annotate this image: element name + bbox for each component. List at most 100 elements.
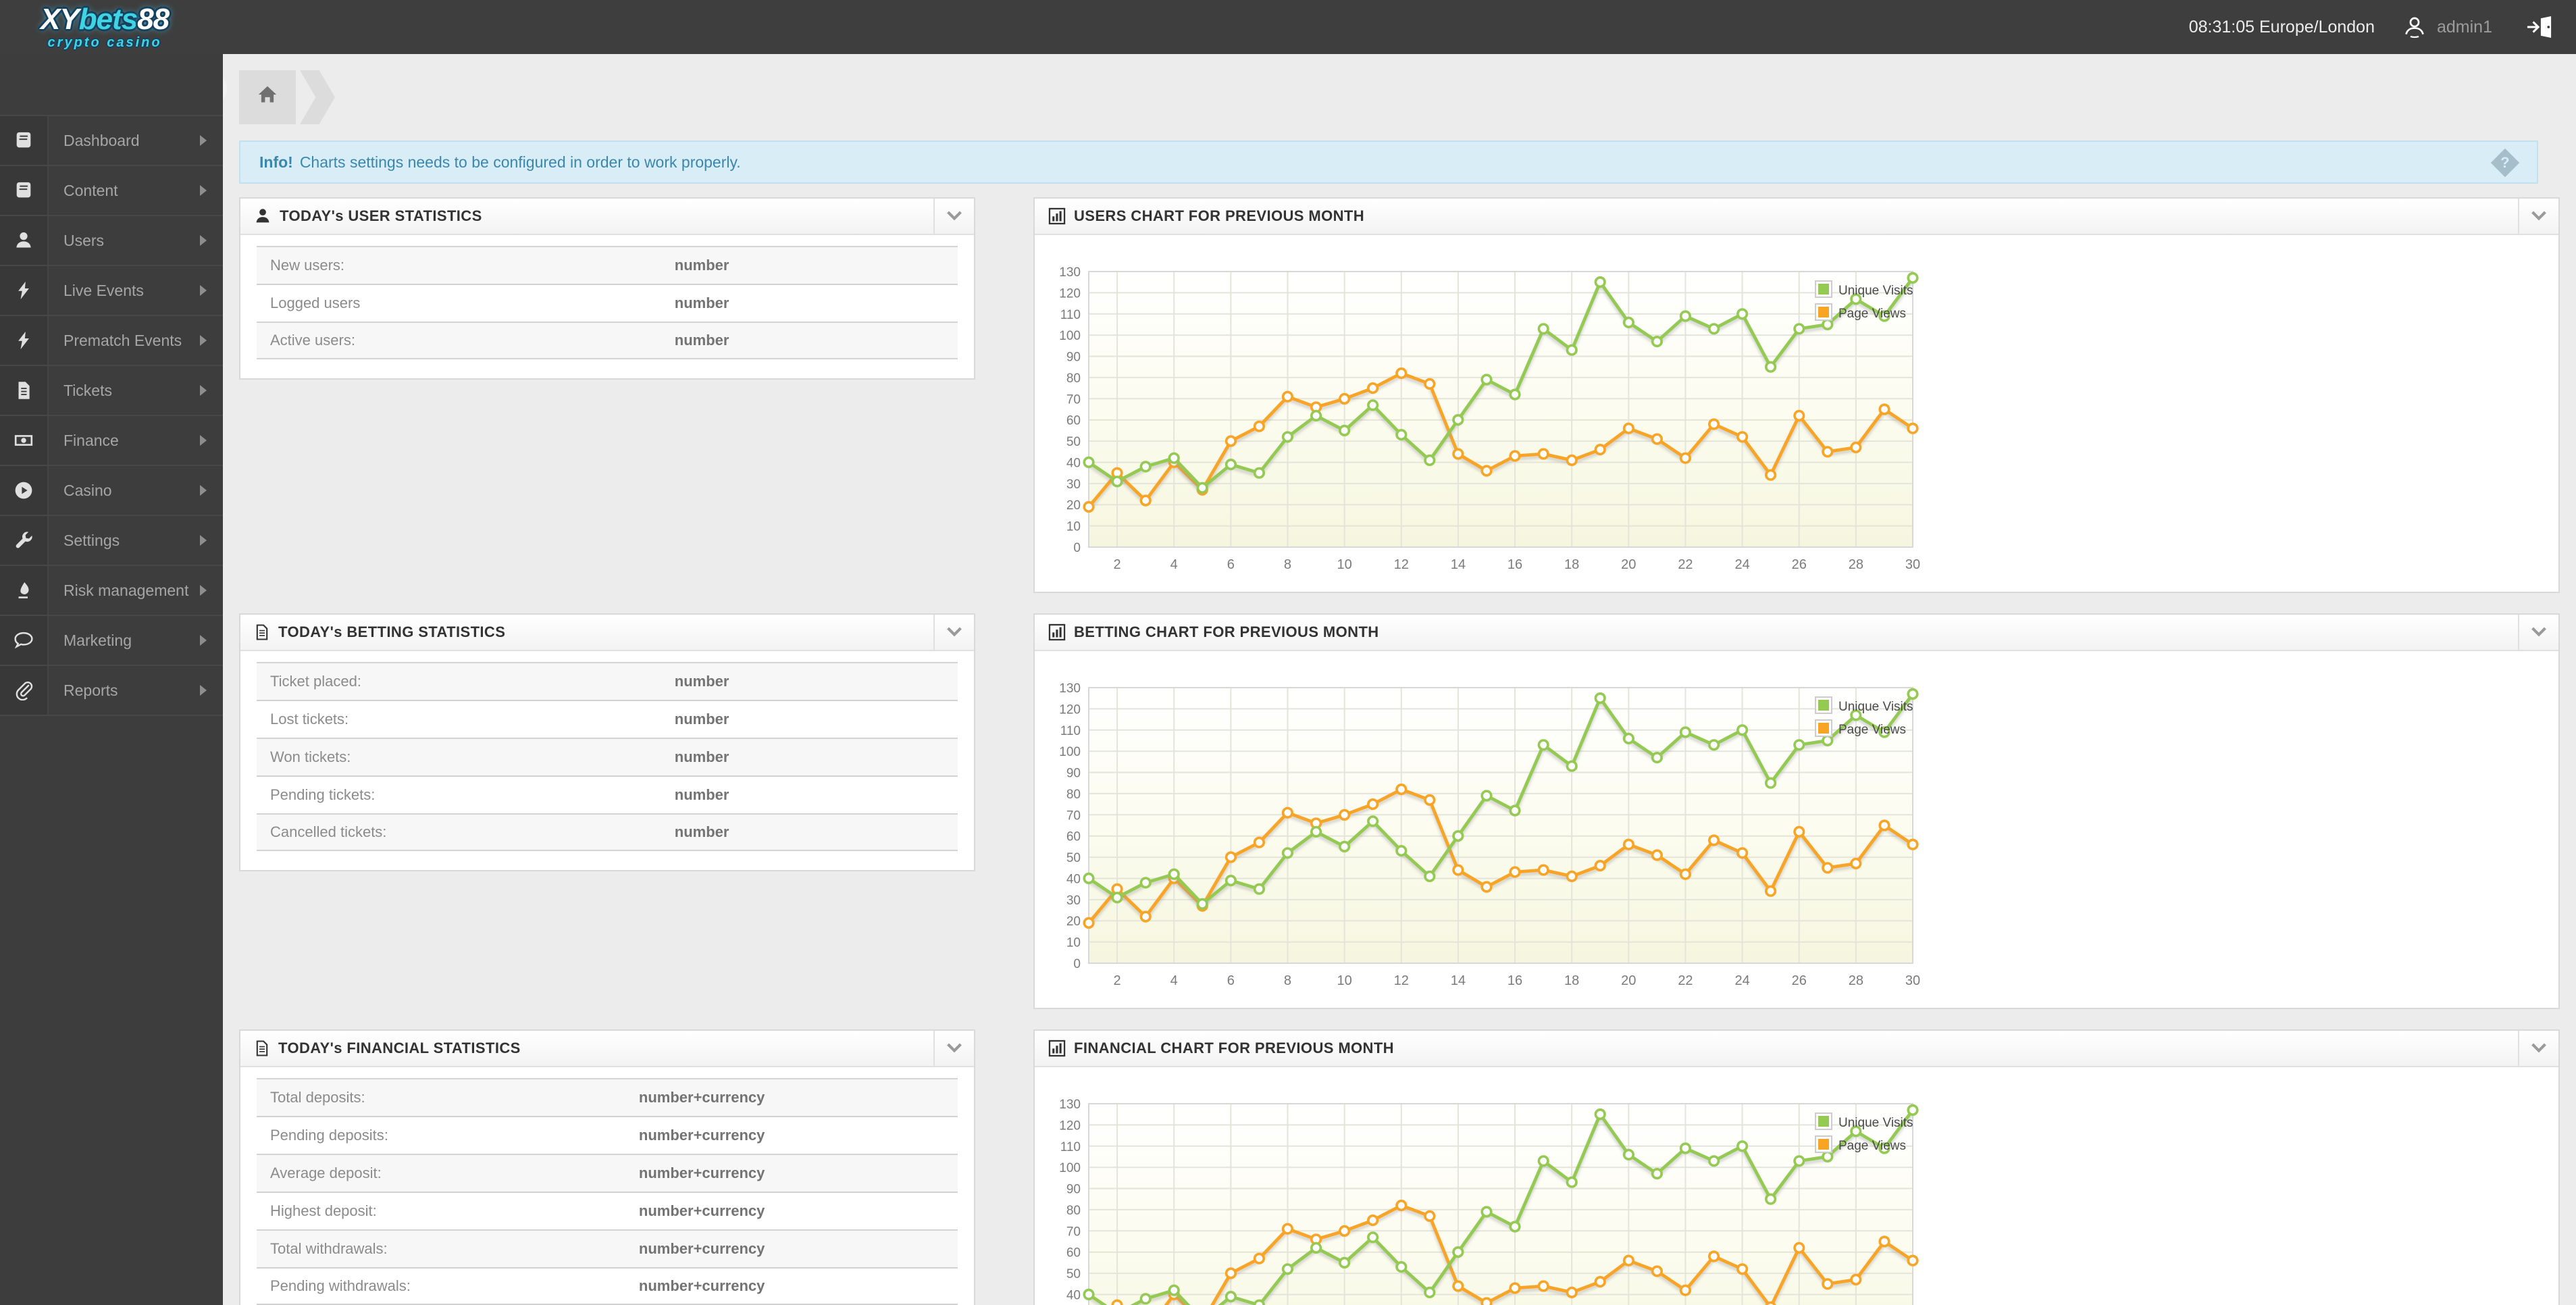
svg-text:20: 20 <box>1066 498 1081 513</box>
breadcrumb-home[interactable] <box>239 70 296 124</box>
bar-chart-icon <box>1048 623 1066 641</box>
svg-text:10: 10 <box>1066 936 1081 950</box>
panel-financial-statistics: TODAY's FINANCIAL STATISTICS Total depos… <box>239 1029 975 1305</box>
sidebar-item-casino[interactable]: Casino <box>0 466 223 516</box>
user-icon <box>0 216 49 265</box>
svg-text:120: 120 <box>1059 286 1081 301</box>
sidebar-item-marketing[interactable]: Marketing <box>0 616 223 666</box>
stat-label: Cancelled tickets: <box>270 823 387 840</box>
svg-text:100: 100 <box>1059 745 1081 759</box>
sidebar-item-settings[interactable]: Settings <box>0 516 223 566</box>
svg-text:16: 16 <box>1508 973 1522 988</box>
stat-value: number+currency <box>638 1240 765 1257</box>
book-icon <box>0 116 49 165</box>
stat-label: Won tickets: <box>270 748 351 765</box>
sidebar-item-dashboard[interactable]: Dashboard <box>0 116 223 166</box>
svg-text:10: 10 <box>1337 973 1351 988</box>
stat-row: Cancelled tickets: number <box>257 813 958 851</box>
sidebar-item-label: Tickets <box>63 381 112 399</box>
brand-logo[interactable]: XYbets88 crypto casino <box>41 5 170 49</box>
collapse-panel-button[interactable] <box>933 615 974 650</box>
svg-text:80: 80 <box>1066 372 1081 386</box>
panel-users-chart: USERS CHART FOR PREVIOUS MONTH 0 10 20 30 40… <box>1033 197 2560 593</box>
bar-chart-icon <box>1048 1040 1066 1057</box>
sidebar-item-prematch-events[interactable]: Prematch Events <box>0 316 223 366</box>
svg-text:50: 50 <box>1066 851 1081 865</box>
username[interactable]: admin1 <box>2437 18 2492 37</box>
caret-right-icon <box>200 135 207 146</box>
sidebar-item-label: Settings <box>63 531 120 549</box>
document-icon <box>254 1040 270 1057</box>
svg-text:30: 30 <box>1066 478 1081 492</box>
stat-label: Average deposit: <box>270 1165 382 1181</box>
panel-title: USERS CHART FOR PREVIOUS MONTH <box>1074 207 1365 224</box>
file-icon <box>0 366 49 415</box>
svg-text:130: 130 <box>1059 682 1081 696</box>
financial-statistics-table: Total deposits: number+currency Pending … <box>240 1067 974 1305</box>
chevron-down-icon <box>2531 627 2546 637</box>
svg-text:14: 14 <box>1451 973 1466 988</box>
collapse-panel-button[interactable] <box>2518 199 2558 234</box>
stat-row: Total withdrawals: number+currency <box>257 1229 958 1267</box>
collapse-panel-button[interactable] <box>933 199 974 234</box>
help-icon[interactable]: ? <box>2490 148 2520 178</box>
collapse-panel-button[interactable] <box>933 1031 974 1066</box>
svg-text:40: 40 <box>1066 1288 1081 1302</box>
stat-label: Logged users <box>270 295 361 311</box>
svg-text:22: 22 <box>1678 557 1693 572</box>
sidebar-item-finance[interactable]: Finance <box>0 416 223 466</box>
stat-row: New users: number <box>257 246 958 284</box>
stat-row: Average deposit: number+currency <box>257 1154 958 1192</box>
sidebar-item-reports[interactable]: Reports <box>0 666 223 716</box>
svg-text:6: 6 <box>1227 973 1235 988</box>
svg-text:Unique Visits: Unique Visits <box>1838 700 1913 714</box>
sidebar-item-label: Marketing <box>63 631 132 649</box>
collapse-panel-button[interactable] <box>2518 615 2558 650</box>
caret-right-icon <box>200 685 207 696</box>
betting-chart: 0 10 20 30 40 50 60 70 80 90 100 110 120 130 2 4 6 8 10 12 1… <box>1035 651 2558 1008</box>
panel-header: TODAY's USER STATISTICS <box>240 199 974 235</box>
svg-text:8: 8 <box>1284 557 1291 572</box>
sidebar-item-label: Finance <box>63 431 119 449</box>
svg-text:90: 90 <box>1066 351 1081 365</box>
user-icon <box>254 207 272 225</box>
collapse-panel-button[interactable] <box>2518 1031 2558 1066</box>
logout-icon[interactable] <box>2525 14 2554 40</box>
svg-text:70: 70 <box>1066 1225 1081 1239</box>
stat-label: Total withdrawals: <box>270 1240 388 1257</box>
sidebar-item-label: Casino <box>63 481 112 499</box>
sidebar-item-risk-management[interactable]: Risk management <box>0 566 223 616</box>
svg-text:0: 0 <box>1073 541 1081 555</box>
svg-text:28: 28 <box>1849 973 1863 988</box>
panel-header: TODAY's FINANCIAL STATISTICS <box>240 1031 974 1067</box>
svg-text:8: 8 <box>1284 973 1291 988</box>
bolt-icon <box>0 316 49 365</box>
sidebar-item-tickets[interactable]: Tickets <box>0 366 223 416</box>
sidebar-collapse-button[interactable] <box>223 72 227 105</box>
panel-header: TODAY's BETTING STATISTICS <box>240 615 974 651</box>
sidebar-item-users[interactable]: Users <box>0 216 223 266</box>
svg-text:110: 110 <box>1060 724 1081 738</box>
svg-text:100: 100 <box>1059 1161 1081 1175</box>
stat-value: number+currency <box>638 1127 765 1144</box>
panel-financial-chart: FINANCIAL CHART FOR PREVIOUS MONTH 01020… <box>1033 1029 2560 1305</box>
clock-timezone: 08:31:05 Europe/London <box>2188 17 2375 36</box>
svg-text:30: 30 <box>1066 894 1081 908</box>
stat-row: Pending deposits: number+currency <box>257 1116 958 1154</box>
user-avatar-icon[interactable] <box>2402 14 2427 40</box>
svg-text:2: 2 <box>1114 973 1121 988</box>
panel-user-statistics: TODAY's USER STATISTICS New users: numbe… <box>239 197 975 380</box>
info-banner-prefix: Info! <box>259 153 293 171</box>
chevron-down-icon <box>2531 1043 2546 1053</box>
svg-text:16: 16 <box>1508 557 1522 572</box>
svg-text:28: 28 <box>1849 557 1863 572</box>
sidebar-item-content[interactable]: Content <box>0 166 223 216</box>
stat-row: Pending tickets: number <box>257 775 958 813</box>
chevron-down-icon <box>2531 211 2546 221</box>
svg-text:Page Views: Page Views <box>1838 1139 1906 1153</box>
svg-text:24: 24 <box>1734 557 1749 572</box>
sidebar-item-live-events[interactable]: Live Events <box>0 266 223 316</box>
line-chart: 0102030405060708090100110120130246810121… <box>1059 682 1920 988</box>
svg-text:70: 70 <box>1066 392 1081 407</box>
svg-text:40: 40 <box>1066 456 1081 470</box>
